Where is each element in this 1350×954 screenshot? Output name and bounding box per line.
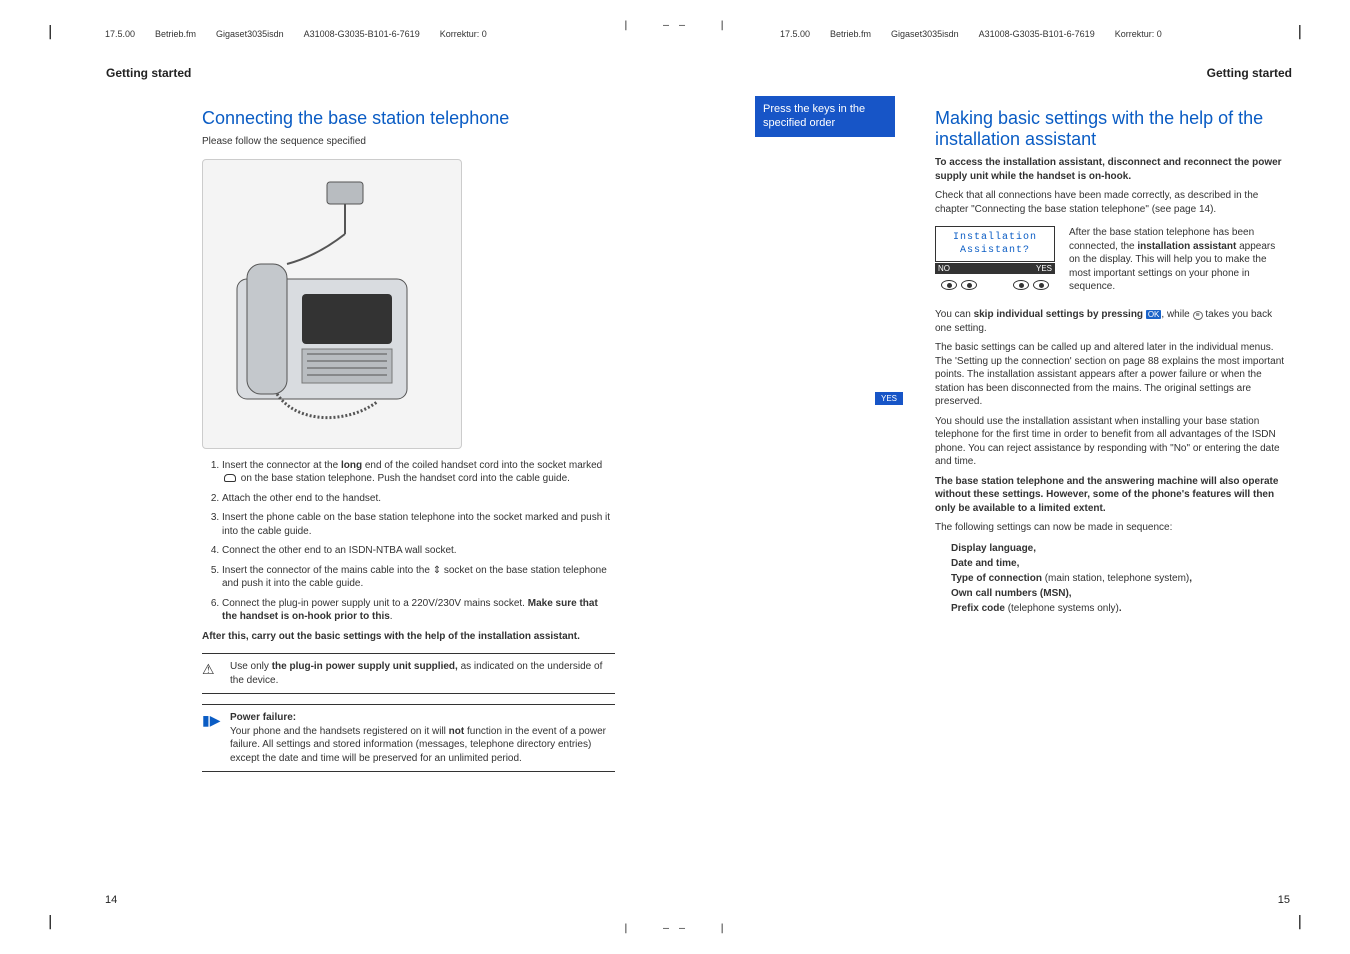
section-title-left: Getting started (106, 66, 627, 80)
menu-icon: ≡ (1193, 311, 1203, 320)
step-2: Attach the other end to the handset. (222, 492, 615, 506)
page-right: | | 17.5.00 Betrieb.fm Gigaset3035isdn A… (675, 0, 1350, 954)
skip-text: You can skip individual settings by pres… (935, 308, 1285, 335)
setting-date-time: Date and time, (951, 558, 1019, 569)
settings-list: Display language, Date and time, Type of… (951, 541, 1285, 616)
step-6: Connect the plug-in power supply unit to… (222, 597, 615, 624)
step-5: Insert the connector of the mains cable … (222, 564, 615, 591)
note-body: Your phone and the handsets registered o… (230, 725, 615, 766)
note-icon: ▮▶ (202, 711, 220, 730)
warn-bold: the plug-in power supply unit supplied, (272, 661, 458, 672)
yes-key-tag: YES (875, 392, 903, 405)
softkey-yes: YES (1036, 264, 1052, 273)
heading-connecting: Connecting the base station telephone (202, 108, 615, 129)
page-number-right: 15 (1278, 894, 1290, 906)
check-text: Check that all connections have been mad… (935, 189, 1285, 216)
crop-mid-bot: | — — | (623, 923, 727, 934)
softkey-row: NO YES (935, 263, 1055, 274)
para2: The basic settings can be called up and … (935, 341, 1285, 409)
button-row (935, 274, 1055, 298)
step-3: Insert the phone cable on the base stati… (222, 511, 615, 538)
rh-file: Betrieb.fm (155, 29, 196, 39)
running-head-right: 17.5.00 Betrieb.fm Gigaset3035isdn A3100… (780, 29, 1162, 39)
display-side-text: After the base station telephone has bee… (1069, 226, 1285, 294)
setting-conn-type: Type of connection (951, 573, 1045, 584)
rh-part: A31008-G3035-B101-6-7619 (304, 29, 420, 39)
display-row: Installation Assistant? NO YES After the… (935, 226, 1285, 298)
step1-bold: long (341, 460, 362, 471)
note-box: ▮▶ Power failure: Your phone and the han… (202, 704, 615, 772)
warning-icon: ⚠ (202, 660, 215, 679)
setting-display-lang: Display language, (951, 543, 1036, 554)
crop-mark: | (46, 24, 54, 40)
lcd-screen: Installation Assistant? (935, 226, 1055, 262)
lcd-block: Installation Assistant? NO YES (935, 226, 1055, 298)
steps-list: Insert the connector at the long end of … (202, 459, 615, 624)
note-title: Power failure: (230, 711, 615, 725)
step6-bold: Make sure that the handset is on-hook pr… (222, 598, 598, 623)
setting-msn: Own call numbers (MSN), (951, 588, 1072, 599)
oval-button[interactable] (941, 280, 957, 290)
access-text: To access the installation assistant, di… (935, 156, 1285, 183)
left-content: Connecting the base station telephone Pl… (202, 96, 615, 772)
warning-box: ⚠ Use only the plug-in power supply unit… (202, 653, 615, 694)
oval-button[interactable] (1033, 280, 1049, 290)
handset-icon (224, 474, 236, 482)
lcd-line1: Installation (942, 231, 1048, 244)
warn2: The base station telephone and the answe… (935, 475, 1285, 516)
crop-mark: | (1296, 914, 1304, 930)
warn-pre: Use only (230, 661, 272, 672)
section-title-right: Getting started (723, 66, 1292, 80)
plug-icon: ⇕ (433, 565, 441, 576)
following: The following settings can now be made i… (935, 521, 1285, 535)
oval-button[interactable] (961, 280, 977, 290)
setting-prefix: Prefix code (951, 603, 1008, 614)
ok-badge: OK (1146, 310, 1162, 319)
page-number-left: 14 (105, 894, 117, 906)
page-left: | | 17.5.00 Betrieb.fm Gigaset3035isdn A… (0, 0, 675, 954)
step-4: Connect the other end to an ISDN-NTBA wa… (222, 544, 615, 558)
rh-date: 17.5.00 (105, 29, 135, 39)
right-content: Making basic settings with the help of t… (935, 96, 1285, 616)
lcd-line2: Assistant? (942, 244, 1048, 257)
crop-mark: | (1296, 24, 1304, 40)
running-head-left: 17.5.00 Betrieb.fm Gigaset3035isdn A3100… (105, 29, 487, 39)
side-instruction-label: Press the keys in the specified order (755, 96, 895, 137)
step-1: Insert the connector at the long end of … (222, 459, 615, 486)
after-text: After this, carry out the basic settings… (202, 630, 615, 644)
oval-button[interactable] (1013, 280, 1029, 290)
rh-product: Gigaset3035isdn (216, 29, 284, 39)
phone-illustration (202, 159, 462, 449)
crop-mid-top: | — — | (623, 20, 727, 31)
para3: You should use the installation assistan… (935, 415, 1285, 469)
phone-svg (207, 164, 457, 444)
heading-settings: Making basic settings with the help of t… (935, 108, 1285, 150)
crop-mark: | (46, 914, 54, 930)
intro-text: Please follow the sequence specified (202, 135, 615, 149)
softkey-no: NO (938, 264, 950, 273)
rh-korr: Korrektur: 0 (440, 29, 487, 39)
